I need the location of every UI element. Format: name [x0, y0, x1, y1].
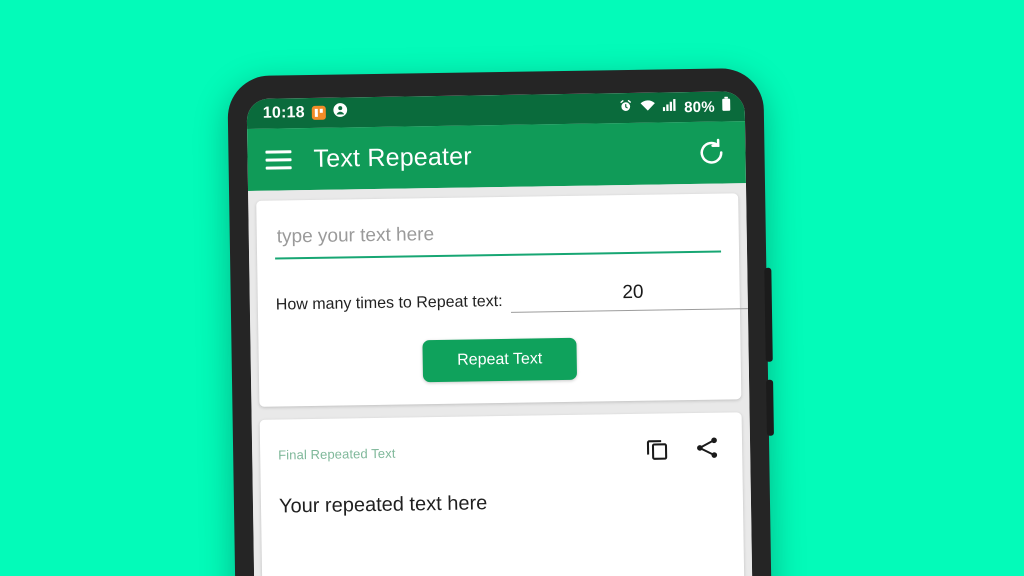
power-button[interactable]: [766, 379, 774, 436]
alarm-icon: [619, 98, 633, 117]
repeat-count-label: How many times to Repeat text:: [275, 292, 503, 314]
repeat-count-input[interactable]: [510, 280, 753, 313]
result-card-header: Final Repeated Text: [278, 435, 724, 468]
account-icon: [333, 102, 348, 122]
input-card: How many times to Repeat text: Repeat Te…: [256, 193, 753, 407]
volume-button[interactable]: [764, 267, 773, 362]
app-notification-badge-icon: [311, 105, 326, 120]
hamburger-line: [265, 157, 292, 162]
refresh-icon[interactable]: [695, 136, 727, 168]
repeat-count-row: How many times to Repeat text:: [275, 280, 753, 317]
result-card-actions: [644, 435, 724, 462]
status-bar-right: 80%: [619, 96, 731, 118]
submit-button-wrapper: Repeat Text: [276, 336, 723, 385]
page-title: Text Repeater: [313, 141, 472, 173]
scene-background: 10:18 80% Text Repeater type your text h…: [0, 0, 1024, 576]
app-bar: Text Repeater: [247, 121, 746, 191]
hamburger-menu-icon[interactable]: [265, 149, 292, 170]
battery-icon: [722, 96, 731, 116]
wifi-icon: [640, 99, 656, 117]
phone-screen: 10:18 80% Text Repeater type your text h…: [246, 91, 753, 576]
hamburger-line: [265, 165, 292, 170]
hamburger-line: [265, 149, 292, 154]
share-icon[interactable]: [694, 435, 720, 461]
result-card: Final Repeated Text Your repeated text h…: [259, 412, 745, 576]
status-bar-left: 10:18: [263, 102, 348, 123]
cellular-signal-icon: [663, 98, 677, 116]
repeat-text-button[interactable]: Repeat Text: [422, 337, 577, 383]
result-text: Your repeated text here: [278, 492, 488, 518]
phone-device: 10:18 80% Text Repeater type your text h…: [227, 67, 774, 576]
text-input[interactable]: [274, 217, 722, 260]
result-label: Final Repeated Text: [278, 445, 396, 463]
status-clock: 10:18: [262, 104, 305, 122]
battery-percent-label: 80%: [684, 98, 715, 116]
copy-icon[interactable]: [644, 435, 670, 461]
app-content: How many times to Repeat text: Repeat Te…: [248, 183, 753, 576]
